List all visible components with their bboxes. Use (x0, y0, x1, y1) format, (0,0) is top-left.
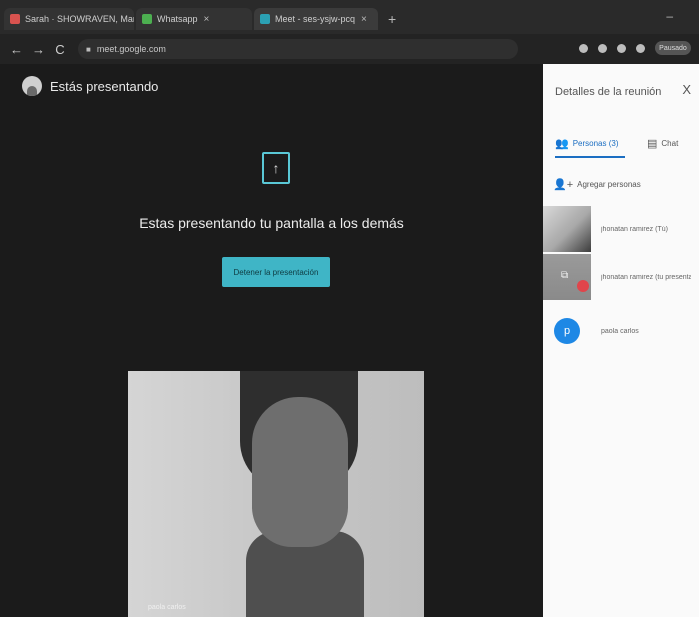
present-screen-icon: ↑ (262, 152, 290, 184)
url-text: meet.google.com (96, 44, 166, 54)
meet-stage: Estás presentando ↑ Estas presentando tu… (0, 64, 543, 617)
close-tab-icon[interactable]: × (361, 14, 367, 25)
stop-presenting-button[interactable]: Detener la presentación (222, 257, 330, 287)
extension-icon[interactable] (579, 43, 588, 53)
active-tab-indicator (555, 156, 625, 158)
forward-arrow-icon[interactable]: → (32, 42, 45, 57)
avatar: p (554, 318, 580, 344)
new-tab-button[interactable]: + (388, 11, 396, 27)
participant-video-thumbnail (543, 206, 591, 252)
close-panel-button[interactable]: X (682, 82, 691, 97)
add-people-label: Agregar personas (577, 180, 641, 189)
self-name-label: paola carlos (148, 604, 186, 611)
meeting-details-panel: Detalles de la reunión X 👥 Personas (3) … (543, 64, 699, 617)
profile-button[interactable]: Pausado (655, 41, 691, 55)
gmail-icon (10, 14, 20, 24)
participant-item[interactable]: jhonatan ramirez (Tú) (543, 206, 699, 252)
participant-item[interactable]: ⧉ jhonatan ramirez (tu presentación) (543, 254, 699, 300)
participant-name: paola carlos (601, 327, 639, 335)
browser-tab-1[interactable]: Sarah · SHOWRAVEN, Mar Sec... × (4, 8, 134, 30)
address-bar[interactable]: ■ meet.google.com (78, 39, 518, 59)
presenting-label: Estás presentando (50, 78, 159, 94)
add-people-button[interactable]: 👤+ Agregar personas (553, 178, 641, 191)
browser-tabstrip: Sarah · SHOWRAVEN, Mar Sec... × Whatsapp… (0, 0, 699, 34)
sharing-message: Estas presentando tu pantalla a los demá… (139, 215, 404, 231)
back-arrow-icon[interactable]: ← (10, 42, 23, 57)
screen-share-icon: ⧉ (561, 270, 569, 281)
panel-title: Detalles de la reunión (555, 86, 662, 98)
extension-icon[interactable] (617, 43, 626, 53)
participant-avatar-area: p (543, 308, 591, 354)
mic-muted-badge-icon (577, 280, 589, 292)
browser-toolbar: ← → C ■ meet.google.com Pausado (0, 34, 699, 64)
tab-chat[interactable]: ▤ Chat (647, 137, 678, 150)
extension-icon[interactable] (598, 43, 607, 53)
meet-icon (260, 14, 270, 24)
presenting-indicator: Estás presentando (22, 76, 158, 96)
people-icon: 👥 (555, 138, 569, 150)
lock-icon: ■ (86, 44, 91, 54)
reload-icon[interactable]: C (54, 42, 66, 57)
video-person-face (252, 397, 348, 547)
close-tab-icon[interactable]: × (204, 14, 210, 25)
tab-people[interactable]: 👥 Personas (3) (555, 137, 619, 150)
tab-label: Whatsapp (157, 14, 198, 24)
tab-label: Sarah · SHOWRAVEN, Mar Sec... (25, 14, 134, 24)
add-person-icon: 👤+ (553, 179, 574, 191)
participant-name: jhonatan ramirez (tu presentación) (601, 273, 691, 281)
self-video-tile[interactable]: paola carlos (128, 371, 424, 617)
whatsapp-icon (142, 14, 152, 24)
extensions-area: Pausado (579, 41, 691, 55)
tab-label: Meet - ses-ysjw-pcq (275, 14, 356, 24)
participant-presentation-thumbnail: ⧉ (543, 254, 591, 300)
chat-icon: ▤ (647, 138, 658, 150)
window-minimize-icon[interactable]: – (666, 9, 673, 23)
avatar (22, 76, 42, 96)
browser-tab-2[interactable]: Whatsapp × (136, 8, 252, 30)
browser-tab-3-active[interactable]: Meet - ses-ysjw-pcq × (254, 8, 378, 30)
tab-people-label: Personas (3) (572, 139, 619, 148)
tab-chat-label: Chat (661, 139, 679, 148)
participant-item[interactable]: p paola carlos (543, 308, 699, 354)
participant-name: jhonatan ramirez (Tú) (601, 225, 668, 233)
star-icon[interactable] (636, 43, 645, 53)
